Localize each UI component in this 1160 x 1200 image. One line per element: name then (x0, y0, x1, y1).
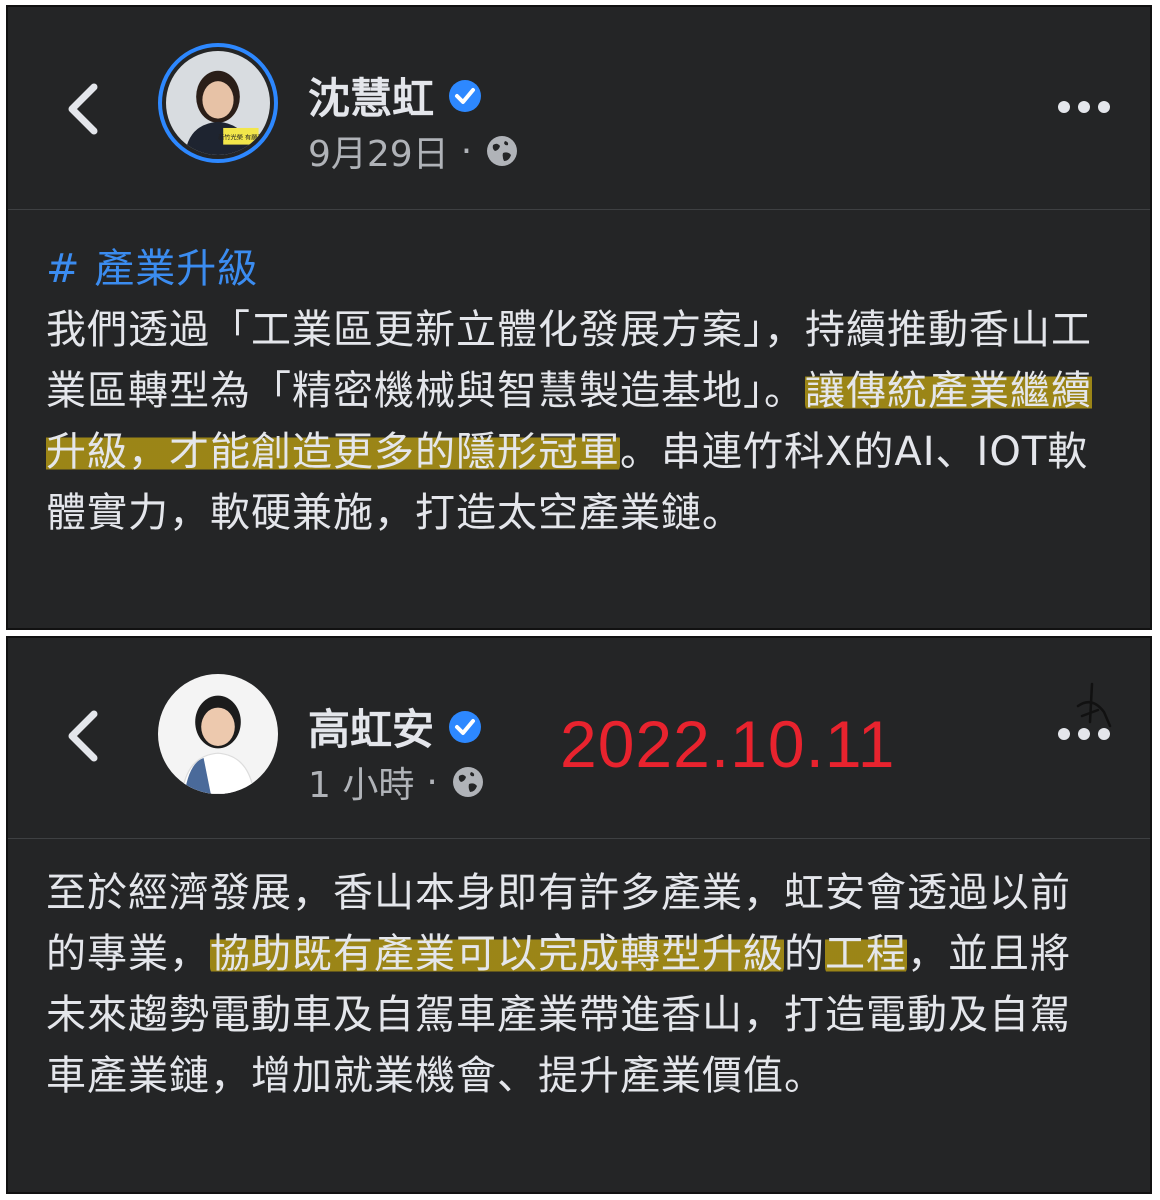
meta-separator: · (460, 130, 473, 172)
post-card-2: 高虹安 1 小時 · 2022.10.11 至於經濟發展，香山本身即有許多產業，… (6, 636, 1152, 1194)
more-options-button[interactable] (1056, 97, 1112, 117)
globe-icon (452, 767, 483, 797)
verified-badge-icon (449, 710, 482, 743)
post-timestamp[interactable]: 9月29日 (308, 125, 449, 177)
hashtag-link[interactable]: # 產業升級 (46, 239, 1110, 300)
back-button[interactable] (60, 79, 110, 139)
post-card-1: 新竹光榮 有願景 沈慧虹 9月29日 · # 產業升級 我們透過「工業區更新立體… (6, 5, 1152, 630)
author-name[interactable]: 高虹安 (308, 696, 482, 757)
back-button[interactable] (60, 706, 110, 766)
highlighted-text: 協助既有產業可以完成轉型升級 (210, 931, 784, 977)
more-horizontal-icon (1058, 101, 1110, 113)
post-meta: 1 小時 · (308, 756, 486, 808)
post-meta: 9月29日 · (308, 125, 520, 177)
author-name-text: 高虹安 (308, 705, 435, 754)
chevron-left-icon (68, 83, 98, 135)
more-horizontal-icon (1058, 728, 1110, 740)
body-text-mid: 的 (784, 931, 825, 977)
post-body: 至於經濟發展，香山本身即有許多產業，虹安會透過以前的專業，協助既有產業可以完成轉… (46, 863, 1110, 1107)
date-annotation: 2022.10.11 (560, 707, 896, 781)
header-divider (8, 209, 1150, 210)
globe-icon (487, 136, 518, 166)
profile-photo: 新竹光榮 有願景 (166, 51, 270, 155)
chevron-left-icon (68, 710, 98, 762)
post-body: # 產業升級 我們透過「工業區更新立體化發展方案」，持續推動香山工業區轉型為「精密… (46, 239, 1110, 544)
profile-photo (158, 674, 278, 794)
author-name[interactable]: 沈慧虹 (308, 65, 482, 126)
highlighted-text-2: 工程 (825, 931, 907, 977)
verified-badge-icon (449, 79, 482, 112)
more-options-button[interactable] (1056, 724, 1112, 744)
avatar-caption: 新竹光榮 有願景 (218, 133, 264, 141)
avatar[interactable] (158, 674, 278, 794)
post-timestamp[interactable]: 1 小時 (308, 756, 414, 808)
header-divider (8, 838, 1150, 839)
avatar[interactable]: 新竹光榮 有願景 (158, 43, 278, 163)
meta-separator: · (426, 761, 438, 803)
scribble-mark (1076, 682, 1112, 728)
author-name-text: 沈慧虹 (308, 74, 435, 123)
